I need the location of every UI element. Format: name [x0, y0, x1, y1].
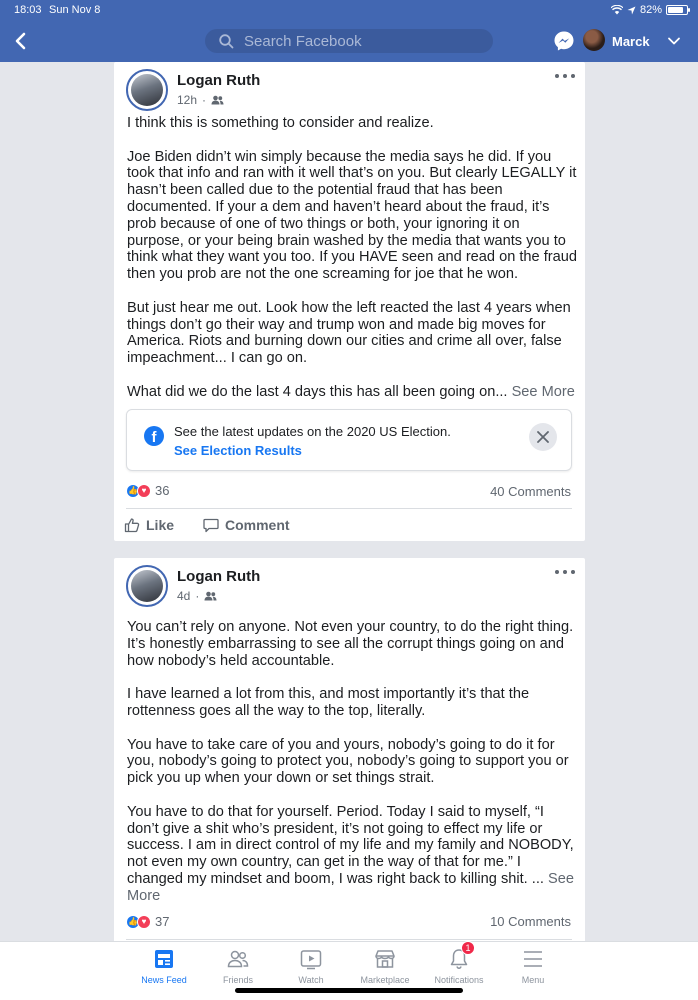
user-name[interactable]: Marck: [612, 34, 650, 49]
status-time: 18:03: [14, 4, 42, 16]
reaction-summary[interactable]: 👍 ♥ 37: [126, 914, 169, 929]
user-avatar[interactable]: [583, 29, 605, 51]
post-paragraph: You have to do that for yourself. Period…: [127, 803, 574, 904]
close-icon: [537, 431, 549, 443]
battery-icon: [666, 5, 690, 15]
status-bar: 18:03 Sun Nov 8 82%: [0, 4, 698, 18]
post-author[interactable]: Logan Ruth: [177, 568, 260, 585]
post-paragraph: You have to take care of you and yours, …: [127, 736, 569, 787]
chevron-down-icon: [668, 37, 680, 45]
top-navigation-bar: 18:03 Sun Nov 8 82% Marck: [0, 0, 698, 62]
comment-label: Comment: [225, 517, 290, 533]
account-menu-button[interactable]: [666, 33, 682, 49]
post-paragraph: But just hear me out. Look how the left …: [127, 299, 571, 367]
election-notice-text: See the latest updates on the 2020 US El…: [174, 424, 451, 439]
author-avatar[interactable]: [126, 69, 168, 111]
post-paragraph: I think this is something to consider an…: [127, 115, 434, 131]
menu-icon: [521, 947, 545, 971]
bell-icon: 1: [447, 941, 475, 971]
love-reaction-icon: ♥: [137, 914, 151, 929]
tab-watch[interactable]: Watch: [276, 947, 346, 985]
post-paragraph: You can’t rely on anyone. Not even your …: [127, 619, 574, 669]
like-label: Like: [146, 517, 175, 533]
notification-badge: 1: [461, 941, 475, 955]
post-time[interactable]: 4d: [177, 589, 190, 603]
post-paragraph: I have learned a lot from this, and most…: [127, 686, 530, 719]
tab-label: News Feed: [141, 975, 187, 985]
election-info-banner: f See the latest updates on the 2020 US …: [126, 409, 572, 471]
see-more-link[interactable]: See More: [512, 384, 575, 400]
post-author[interactable]: Logan Ruth: [177, 72, 260, 89]
reaction-summary[interactable]: 👍 ♥ 36: [126, 483, 169, 498]
thumbs-up-icon: [124, 518, 140, 533]
battery-level: [668, 7, 683, 13]
friends-icon: [211, 95, 224, 105]
status-date: Sun Nov 8: [49, 4, 101, 16]
location-icon: [627, 6, 636, 14]
election-results-link[interactable]: See Election Results: [174, 443, 302, 458]
friends-icon: [204, 591, 217, 601]
feed-post: Logan Ruth 4d · You can’t rely on anyone…: [114, 558, 585, 943]
post-time[interactable]: 12h: [177, 93, 197, 107]
facebook-logo-icon: f: [144, 426, 164, 446]
marketplace-icon: [373, 947, 397, 971]
messenger-icon: [554, 31, 574, 51]
messenger-button[interactable]: [553, 30, 575, 52]
tab-friends[interactable]: Friends: [203, 947, 273, 985]
news-feed-icon: [152, 947, 176, 971]
comment-button[interactable]: Comment: [203, 517, 290, 533]
divider: [126, 508, 572, 509]
home-indicator[interactable]: [235, 988, 463, 993]
tab-marketplace[interactable]: Marketplace: [350, 947, 420, 985]
tab-label: Watch: [298, 975, 324, 985]
post-paragraph: Joe Biden didn’t win simply because the …: [127, 148, 577, 283]
search-icon: [219, 33, 234, 48]
divider: [126, 939, 572, 940]
back-button[interactable]: [10, 30, 30, 52]
like-button[interactable]: Like: [124, 517, 174, 533]
wifi-icon: [610, 5, 623, 15]
watch-icon: [299, 947, 323, 971]
tab-label: Marketplace: [360, 975, 410, 985]
comment-icon: [203, 518, 219, 533]
reaction-count: 37: [155, 914, 170, 929]
feed-post: Logan Ruth 12h · I think this is somethi…: [114, 62, 585, 541]
post-text: I think this is something to consider an…: [127, 115, 577, 401]
tab-label: Friends: [222, 975, 253, 985]
comments-count[interactable]: 40 Comments: [490, 484, 571, 499]
tab-label: Notifications: [434, 975, 484, 985]
tab-menu[interactable]: Menu: [498, 947, 568, 985]
search-input[interactable]: [244, 32, 474, 50]
post-paragraph: What did we do the last 4 days this has …: [127, 383, 575, 400]
dismiss-banner-button[interactable]: [529, 423, 557, 451]
battery-percentage: 82%: [639, 4, 662, 16]
reaction-count: 36: [155, 483, 170, 498]
search-bar[interactable]: [205, 29, 493, 53]
love-reaction-icon: ♥: [137, 483, 151, 498]
comments-count[interactable]: 10 Comments: [490, 914, 571, 929]
tab-notifications[interactable]: 1 Notifications: [424, 941, 494, 985]
post-meta: 4d ·: [177, 589, 217, 603]
post-options-button[interactable]: [555, 566, 575, 578]
back-icon: [15, 32, 26, 50]
author-avatar[interactable]: [126, 565, 168, 607]
post-text: You can’t rely on anyone. Not even your …: [127, 619, 577, 905]
post-meta: 12h ·: [177, 93, 224, 107]
tab-label: Menu: [521, 975, 545, 985]
friends-icon: [226, 947, 250, 971]
status-indicators: 82%: [610, 4, 690, 16]
tab-news-feed[interactable]: News Feed: [129, 947, 199, 985]
post-options-button[interactable]: [555, 70, 575, 82]
